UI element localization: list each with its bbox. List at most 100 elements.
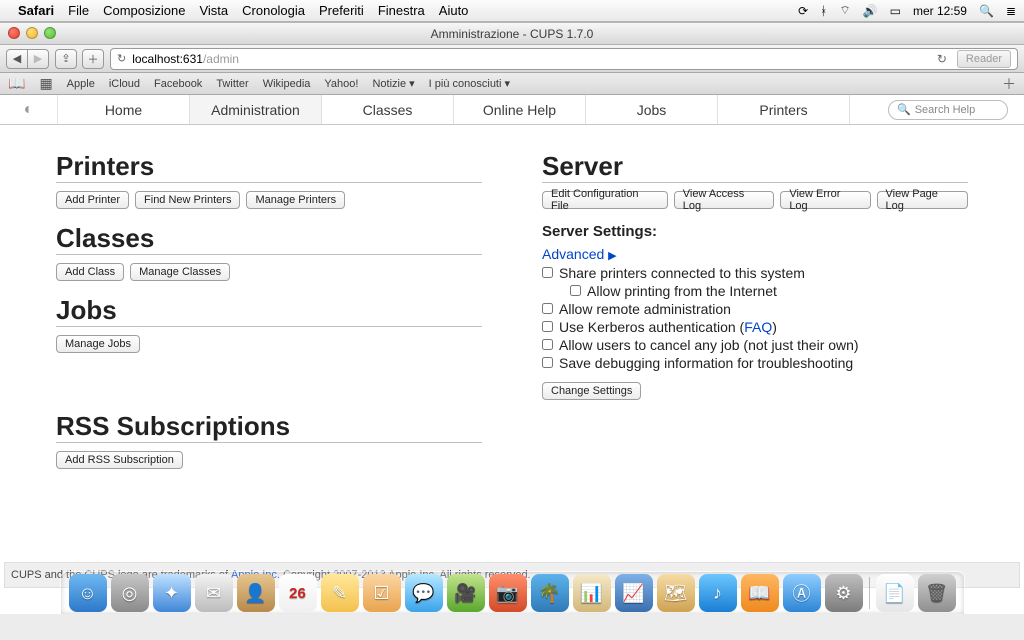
window-titlebar: Amministrazione - CUPS 1.7.0 <box>0 23 1024 45</box>
bookmarks-icon[interactable]: 📖 <box>8 75 25 92</box>
rss-heading: RSS Subscriptions <box>56 411 482 443</box>
opt-cancel-any-job-checkbox[interactable] <box>542 339 553 350</box>
view-page-log-button[interactable]: View Page Log <box>877 191 968 209</box>
dock-launchpad[interactable]: ◎ <box>111 574 149 612</box>
advanced-link[interactable]: Advanced ▶ <box>542 246 617 262</box>
bookmark-icloud[interactable]: iCloud <box>109 78 140 90</box>
change-settings-button[interactable]: Change Settings <box>542 382 641 400</box>
add-bookmark-button[interactable]: ＋ <box>82 49 104 69</box>
opt-remote-admin-checkbox[interactable] <box>542 303 553 314</box>
dock-facetime[interactable]: 🎥 <box>447 574 485 612</box>
view-error-log-button[interactable]: View Error Log <box>780 191 870 209</box>
dock-document[interactable]: 📄 <box>876 574 914 612</box>
opt-allow-internet-checkbox[interactable] <box>570 285 581 296</box>
wifi-icon[interactable]: ⌔ <box>839 3 850 18</box>
view-access-log-button[interactable]: View Access Log <box>674 191 775 209</box>
opt-remote-admin: Allow remote administration <box>542 300 968 318</box>
cups-logo-icon[interactable]: ◐ <box>0 95 58 124</box>
window-title: Amministrazione - CUPS 1.7.0 <box>431 27 594 41</box>
menu-finestra[interactable]: Finestra <box>378 3 425 18</box>
cups-nav: ◐ Home Administration Classes Online Hel… <box>0 95 1024 125</box>
url-text: localhost:631/admin <box>132 52 239 66</box>
menu-composizione[interactable]: Composizione <box>103 3 185 18</box>
timemachine-icon[interactable]: ⟳ <box>798 4 808 18</box>
volume-icon[interactable]: 🔊 <box>863 4 878 18</box>
manage-classes-button[interactable]: Manage Classes <box>130 263 230 281</box>
menu-aiuto[interactable]: Aiuto <box>439 3 469 18</box>
battery-icon[interactable]: ▭ <box>890 4 901 18</box>
dock-appstore[interactable]: Ⓐ <box>783 574 821 612</box>
dock-messages[interactable]: 💬 <box>405 574 443 612</box>
dock-safari[interactable]: ✦ <box>153 574 191 612</box>
opt-share-printers-checkbox[interactable] <box>542 267 553 278</box>
add-rss-subscription-button[interactable]: Add RSS Subscription <box>56 451 183 469</box>
app-name[interactable]: Safari <box>18 3 54 18</box>
dock-iphoto[interactable]: 🌴 <box>531 574 569 612</box>
opt-share-printers: Share printers connected to this system <box>542 264 968 282</box>
dock-reminders[interactable]: ☑ <box>363 574 401 612</box>
back-button[interactable]: ◀ <box>6 49 28 69</box>
topsites-icon[interactable]: ▦ <box>39 75 52 92</box>
dock-calendar[interactable]: 26 <box>279 574 317 612</box>
manage-jobs-button[interactable]: Manage Jobs <box>56 335 140 353</box>
forward-button[interactable]: ▶ <box>27 49 49 69</box>
dock-numbers[interactable]: 📊 <box>573 574 611 612</box>
dock-notes[interactable]: ✎ <box>321 574 359 612</box>
faq-link[interactable]: FAQ <box>744 319 772 335</box>
url-bar[interactable]: ↻ localhost:631/admin ↻ Reader <box>110 48 1018 70</box>
tab-jobs[interactable]: Jobs <box>586 95 718 124</box>
page-content: Printers Add Printer Find New Printers M… <box>0 125 1024 577</box>
close-icon[interactable] <box>8 27 20 39</box>
bookmark-yahoo[interactable]: Yahoo! <box>324 78 358 90</box>
add-tab-icon[interactable]: ＋ <box>1002 74 1016 94</box>
spotlight-icon[interactable]: 🔍 <box>979 4 994 18</box>
clock[interactable]: mer 12:59 <box>913 4 967 18</box>
server-heading: Server <box>542 151 968 183</box>
bookmark-notizie[interactable]: Notizie ▾ <box>372 77 414 90</box>
bookmark-piu-conosciuti[interactable]: I più conosciuti ▾ <box>429 77 510 90</box>
bookmark-apple[interactable]: Apple <box>67 78 95 90</box>
manage-printers-button[interactable]: Manage Printers <box>246 191 345 209</box>
tab-administration[interactable]: Administration <box>190 95 322 124</box>
bookmark-wikipedia[interactable]: Wikipedia <box>263 78 311 90</box>
dock-trash[interactable]: 🗑 <box>918 574 956 612</box>
dock: ☺◎✦✉👤26✎☑💬🎥📷🌴📊📈🗺♪📖Ⓐ⚙ 📄🗑 <box>0 572 1024 614</box>
edit-config-file-button[interactable]: Edit Configuration File <box>542 191 668 209</box>
notifications-icon[interactable]: ≣ <box>1006 4 1016 18</box>
dock-sysprefs[interactable]: ⚙ <box>825 574 863 612</box>
tab-online-help[interactable]: Online Help <box>454 95 586 124</box>
refresh-icon[interactable]: ↻ <box>937 52 947 66</box>
zoom-icon[interactable] <box>44 27 56 39</box>
dock-ibooks[interactable]: 📖 <box>741 574 779 612</box>
menu-file[interactable]: File <box>68 3 89 18</box>
opt-save-debug-checkbox[interactable] <box>542 357 553 368</box>
dock-finder[interactable]: ☺ <box>69 574 107 612</box>
bookmark-facebook[interactable]: Facebook <box>154 78 202 90</box>
dock-maps[interactable]: 🗺 <box>657 574 695 612</box>
opt-kerberos-checkbox[interactable] <box>542 321 553 332</box>
dock-itunes[interactable]: ♪ <box>699 574 737 612</box>
dock-contacts[interactable]: 👤 <box>237 574 275 612</box>
reader-button[interactable]: Reader <box>957 50 1011 68</box>
window-controls <box>8 27 56 39</box>
add-printer-button[interactable]: Add Printer <box>56 191 129 209</box>
dock-mail[interactable]: ✉ <box>195 574 233 612</box>
bluetooth-icon[interactable]: ᚼ <box>820 4 827 18</box>
dock-keynote[interactable]: 📈 <box>615 574 653 612</box>
menu-vista[interactable]: Vista <box>199 3 228 18</box>
minimize-icon[interactable] <box>26 27 38 39</box>
search-icon: 🔍 <box>897 103 911 116</box>
bookmark-twitter[interactable]: Twitter <box>216 78 248 90</box>
tab-printers[interactable]: Printers <box>718 95 850 124</box>
share-button[interactable]: ⇪ <box>55 49 77 69</box>
menu-preferiti[interactable]: Preferiti <box>319 3 364 18</box>
dock-photobooth[interactable]: 📷 <box>489 574 527 612</box>
tab-classes[interactable]: Classes <box>322 95 454 124</box>
add-class-button[interactable]: Add Class <box>56 263 124 281</box>
tab-home[interactable]: Home <box>58 95 190 124</box>
menu-cronologia[interactable]: Cronologia <box>242 3 305 18</box>
safari-window: Amministrazione - CUPS 1.7.0 ◀ ▶ ⇪ ＋ ↻ l… <box>0 22 1024 614</box>
reload-stop-icon[interactable]: ↻ <box>117 52 126 65</box>
search-help-input[interactable]: 🔍 Search Help <box>888 100 1008 120</box>
find-new-printers-button[interactable]: Find New Printers <box>135 191 240 209</box>
